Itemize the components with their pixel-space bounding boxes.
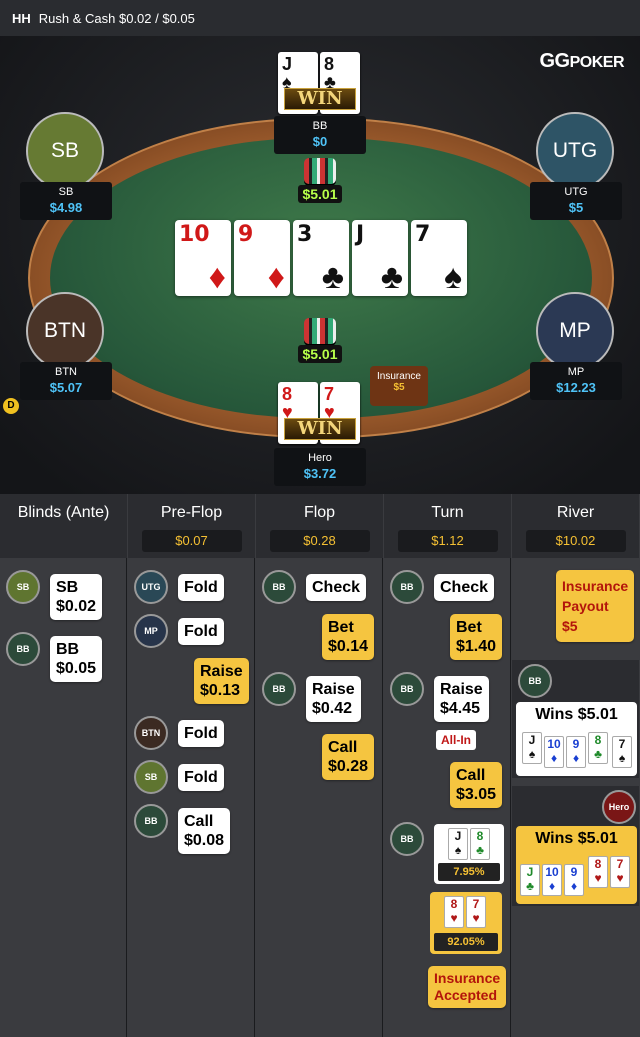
seat-utg-avatar[interactable]: UTG	[536, 112, 614, 190]
action-bubble: Fold	[178, 720, 224, 747]
street-title: Blinds (Ante)	[17, 504, 110, 521]
mini-card: 9 ♦	[566, 736, 586, 768]
hero-action-bubble: Call $3.05	[450, 762, 503, 808]
avatar-mp: MP	[134, 614, 168, 648]
action-bubble: Raise $4.45	[434, 676, 489, 722]
mini-card: 8 ♥	[444, 896, 464, 928]
hero-equity-box: 8 ♥ 7 ♥ 92.05%	[430, 892, 502, 954]
mini-card: 8 ♣	[470, 828, 490, 860]
avatar-bb: BB	[518, 664, 552, 698]
win-amount: Wins $5.01	[535, 706, 618, 723]
win-badge: WIN	[284, 418, 356, 440]
mini-card: 8 ♣	[588, 732, 608, 764]
mini-card: 7 ♠	[612, 736, 632, 768]
street-pot: $10.02	[525, 530, 626, 552]
avatar-hero: Hero	[602, 790, 636, 824]
seat-sb-avatar[interactable]: SB	[26, 112, 104, 190]
action-bubble: BB $0.05	[50, 636, 103, 682]
action-bubble: Check	[434, 574, 495, 601]
seat-hero-nameplate[interactable]: Hero $3.72	[274, 448, 366, 486]
street-pot: $1.12	[397, 530, 498, 552]
seat-utg-nameplate[interactable]: UTG $5	[530, 182, 622, 220]
hero-action-bubble: Bet $1.40	[450, 614, 503, 660]
win-amount: Wins $5.01	[535, 830, 618, 847]
street-title: Flop	[303, 504, 336, 521]
avatar-bb: BB	[6, 632, 40, 666]
insurance-tag: Insurance $5	[370, 366, 428, 406]
seat-mp-nameplate[interactable]: MP $12.23	[530, 362, 622, 400]
seat-bb-nameplate[interactable]: BB $0	[274, 116, 366, 154]
avatar-bb: BB	[134, 804, 168, 838]
avatar-bb: BB	[262, 570, 296, 604]
equity-percent: 92.05%	[434, 933, 498, 951]
game-title: Rush & Cash $0.02 / $0.05	[38, 10, 195, 26]
avatar-utg: UTG	[134, 570, 168, 604]
mini-card: 10 ♦	[544, 736, 564, 768]
street-pot: $0.28	[269, 530, 370, 552]
mini-card: 7 ♥	[466, 896, 486, 928]
action-bubble: Fold	[178, 574, 224, 601]
avatar-sb: SB	[6, 570, 40, 604]
board-card: 10 ♦	[175, 220, 231, 296]
title-bar: HH Rush & Cash $0.02 / $0.05	[0, 0, 640, 36]
mini-card: 8 ♥	[588, 856, 608, 888]
street-title: Turn	[431, 504, 464, 521]
hand-history-label: HH	[12, 10, 31, 26]
avatar-bb: BB	[390, 672, 424, 706]
insurance-payout-bubble: Insurance Payout $5	[556, 570, 635, 642]
hero-action-bubble: Call $0.28	[322, 734, 375, 780]
avatar-bb: BB	[262, 672, 296, 706]
action-history: Blinds (Ante) Pre-Flop $0.07 Flop $0.28 Tu…	[0, 494, 640, 1037]
all-in-badge: All-In	[436, 730, 476, 750]
mini-card: 7 ♥	[610, 856, 630, 888]
seat-btn-nameplate[interactable]: BTN $5.07	[20, 362, 112, 400]
poker-table: GGPOKER J ♠ 8 ♣ WIN BB $0 SB SB $4.98 UTG …	[0, 36, 640, 494]
mini-card: J ♠	[522, 732, 542, 764]
hero-hole-cards: 8 ♥ 7 ♥ WIN	[278, 382, 362, 446]
chip-stack-icon	[304, 318, 336, 344]
insurance-accepted-bubble: Insurance Accepted	[428, 966, 507, 1008]
ggpoker-logo: GGPOKER	[539, 50, 624, 72]
seat-btn-avatar[interactable]: BTN	[26, 292, 104, 370]
bb-win-panel: Wins $5.01 J ♠ 10 ♦ 9 ♦ 8 ♣ 7 ♠	[516, 702, 637, 776]
hero-action-bubble: Bet $0.14	[322, 614, 375, 660]
mini-card: 9 ♦	[564, 864, 584, 896]
mini-card: J ♠	[448, 828, 468, 860]
dealer-button: D	[3, 398, 19, 414]
equity-percent: 7.95%	[438, 863, 500, 881]
action-bubble: Fold	[178, 764, 224, 791]
board-card: 7 ♠	[411, 220, 467, 296]
action-bubble: Call $0.08	[178, 808, 231, 854]
street-title: River	[556, 504, 595, 521]
bb-equity-box: J ♠ 8 ♣ 7.95%	[434, 824, 504, 884]
seat-sb-nameplate[interactable]: SB $4.98	[20, 182, 112, 220]
board-card: 3 ♣	[293, 220, 349, 296]
avatar-btn: BTN	[134, 716, 168, 750]
avatar-sb: SB	[134, 760, 168, 794]
chip-stack-icon	[304, 158, 336, 184]
pot-top: $5.01	[290, 158, 350, 203]
mini-card: 10 ♦	[542, 864, 562, 896]
bb-hole-cards: J ♠ 8 ♣ WIN	[278, 52, 362, 116]
pot-center: $5.01	[290, 318, 350, 363]
mini-card: J ♣	[520, 864, 540, 896]
avatar-bb: BB	[390, 570, 424, 604]
board-card: 9 ♦	[234, 220, 290, 296]
action-bubble: Raise $0.42	[306, 676, 361, 722]
win-badge: WIN	[284, 88, 356, 110]
avatar-bb: BB	[390, 822, 424, 856]
street-pot: $0.07	[141, 530, 242, 552]
action-bubble: Fold	[178, 618, 224, 645]
hero-win-panel: Wins $5.01 J ♣ 10 ♦ 9 ♦ 8 ♥ 7 ♥	[516, 826, 637, 904]
board-card: J ♣	[352, 220, 408, 296]
street-title: Pre-Flop	[160, 504, 223, 521]
hero-action-bubble: Raise $0.13	[194, 658, 249, 704]
action-bubble: Check	[306, 574, 367, 601]
action-bubble: SB $0.02	[50, 574, 103, 620]
seat-mp-avatar[interactable]: MP	[536, 292, 614, 370]
